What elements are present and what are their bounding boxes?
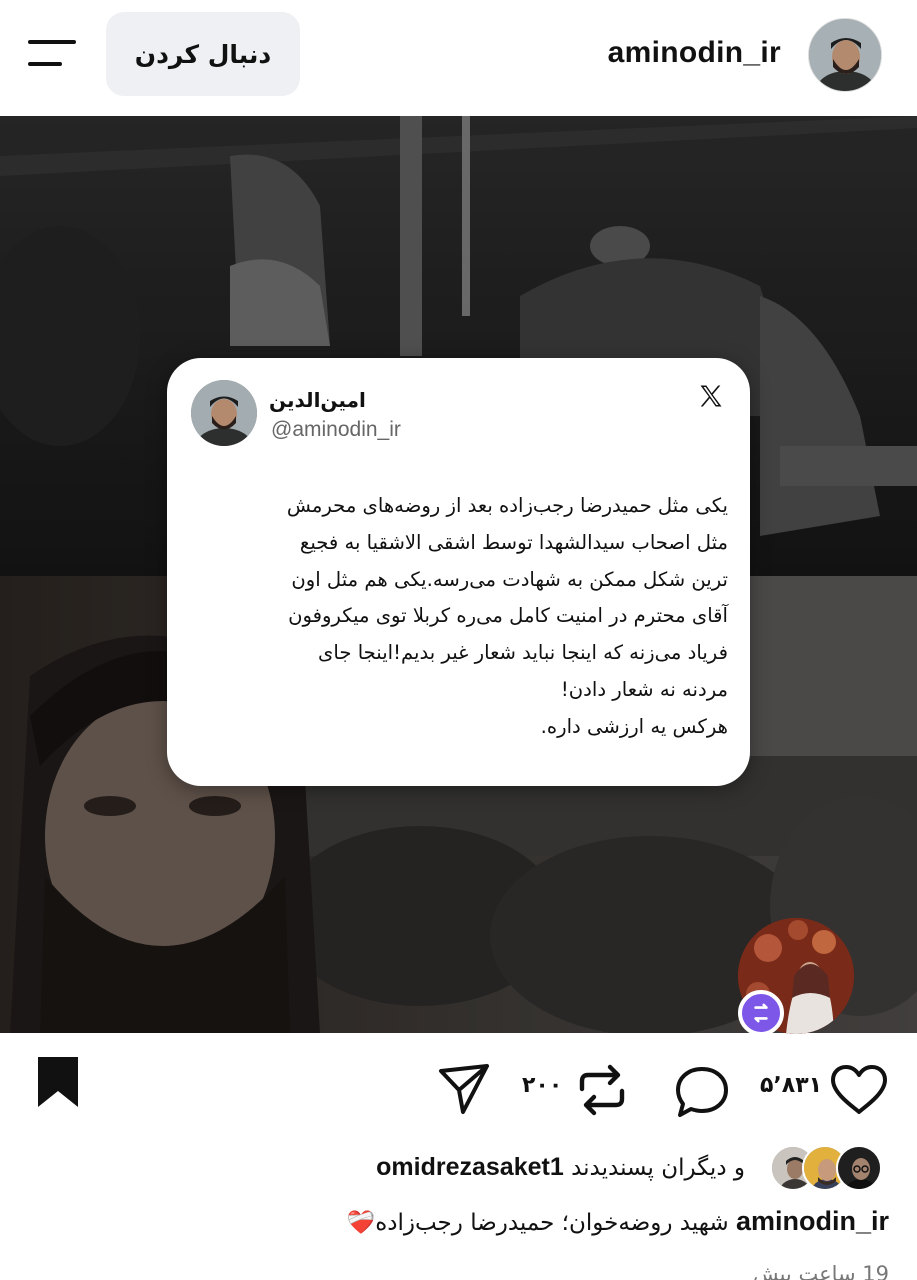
- tweet-author-handle: @aminodin_ir: [271, 418, 401, 441]
- liked-by-suffix: و دیگران پسندیدند: [571, 1155, 745, 1181]
- tweet-author-name: امین‌الدین: [269, 388, 366, 412]
- caption-text: شهید روضه‌خوان؛ حمیدرضا رجب‌زاده: [375, 1210, 729, 1236]
- comment-icon[interactable]: [674, 1065, 730, 1119]
- post-author-username[interactable]: aminodin_ir: [608, 36, 781, 70]
- post-actions: ۲۰۰ ۵٬۸۳۱: [0, 1033, 917, 1143]
- repost-badge-icon: [738, 990, 784, 1036]
- tweet-body-text: یکی مثل حمیدرضا رجب‌زاده بعد از روضه‌های…: [286, 494, 728, 738]
- heart-icon[interactable]: [830, 1063, 888, 1117]
- liker-avatar: [836, 1145, 882, 1191]
- follow-button[interactable]: دنبال کردن: [106, 12, 300, 96]
- bookmark-icon[interactable]: [34, 1055, 82, 1109]
- reposts-count: ۲۰۰: [522, 1073, 563, 1098]
- author-avatar[interactable]: [808, 18, 882, 92]
- likes-count: ۵٬۸۳۱: [760, 1073, 823, 1098]
- post-timestamp: 19 ساعت پیش: [752, 1262, 889, 1280]
- tweet-author-avatar: [191, 380, 257, 446]
- likes-summary[interactable]: و دیگران پسندیدند omidrezasaket1: [0, 1145, 917, 1195]
- mending-heart-emoji: ❤️‍🩹: [346, 1210, 376, 1236]
- quoted-tweet-card: امین‌الدین @aminodin_ir یکی مثل حمیدرضا …: [167, 358, 750, 786]
- x-logo-icon: [700, 385, 722, 407]
- caption-author[interactable]: aminodin_ir: [736, 1206, 889, 1236]
- liked-by-username[interactable]: omidrezasaket1: [376, 1153, 564, 1181]
- menu-icon[interactable]: [28, 40, 78, 70]
- liked-by-text: و دیگران پسندیدند omidrezasaket1: [376, 1153, 745, 1182]
- repost-icon[interactable]: [576, 1063, 628, 1117]
- share-icon[interactable]: [436, 1061, 492, 1117]
- post-header: دنبال کردن aminodin_ir: [0, 0, 917, 116]
- post-caption: aminodin_ir شهید روضه‌خوان؛ حمیدرضا رجب‌…: [347, 1206, 889, 1237]
